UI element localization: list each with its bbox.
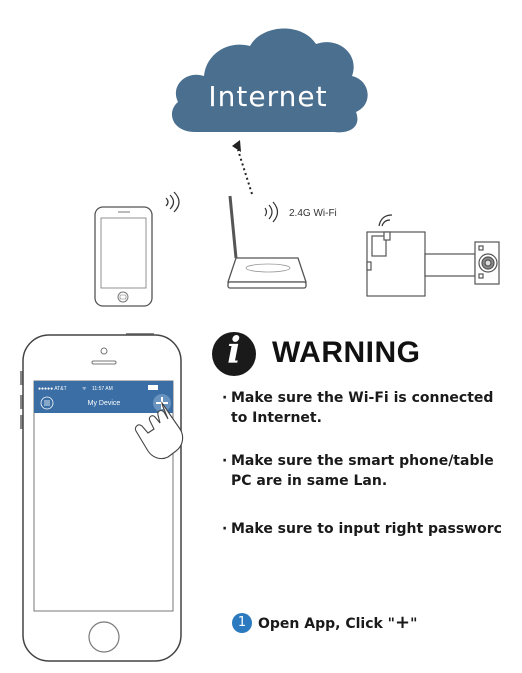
network-diagram: Internet 2.4G Wi-Fi (94, 28, 500, 307)
bullet-2-line-2: PC are in same Lan. (231, 473, 388, 489)
bullet-dot: · (222, 390, 228, 406)
bullet-3-line-1: Make sure to input right passworc (231, 521, 502, 537)
warning-bullet-1: · Make sure the Wi-Fi is connected to Int… (222, 388, 493, 428)
cloud-label: Internet (208, 80, 327, 113)
status-time: 11:57 AM (92, 386, 113, 392)
bullet-dot: · (222, 453, 228, 469)
wifi-status-icon: ᯤ (82, 386, 87, 392)
battery-icon (148, 385, 158, 390)
step-text-suffix: " (410, 616, 418, 632)
router-wifi-signal-icon (264, 201, 279, 223)
bullet-2-line-1: Make sure the smart phone/table (231, 453, 494, 469)
step-number-badge: 1 (232, 612, 252, 633)
bullet-1-line-1: Make sure the Wi-Fi is connected (231, 390, 494, 406)
device-wifi-signal-icon (378, 214, 393, 227)
smartphone-app-mockup: ●●●●● AT&T ᯤ 11:57 AM My Device (20, 333, 184, 662)
step-text-prefix: Open App, Click " (258, 616, 395, 632)
warning-title: WARNING (272, 336, 421, 369)
bullet-1-line-2: to Internet. (231, 410, 322, 426)
phone-wifi-signal-icon (165, 191, 180, 213)
warning-bullet-2: · Make sure the smart phone/table PC are … (222, 451, 494, 491)
warning-bullet-3: · Make sure to input right passworc (222, 519, 502, 539)
plus-symbol-icon: + (394, 612, 411, 633)
bullet-dot: · (222, 521, 228, 537)
step-text: Open App, Click "+" (258, 612, 418, 633)
wifi-label: 2.4G Wi-Fi (289, 208, 337, 219)
app-header-title: My Device (88, 400, 121, 407)
smartphone-icon (94, 206, 153, 307)
status-carrier: ●●●●● AT&T (38, 386, 67, 392)
step-instruction: 1 Open App, Click "+" (232, 612, 417, 633)
camera-device-icon (366, 231, 500, 297)
upload-arrow (232, 140, 253, 195)
info-icon: i (212, 330, 256, 376)
